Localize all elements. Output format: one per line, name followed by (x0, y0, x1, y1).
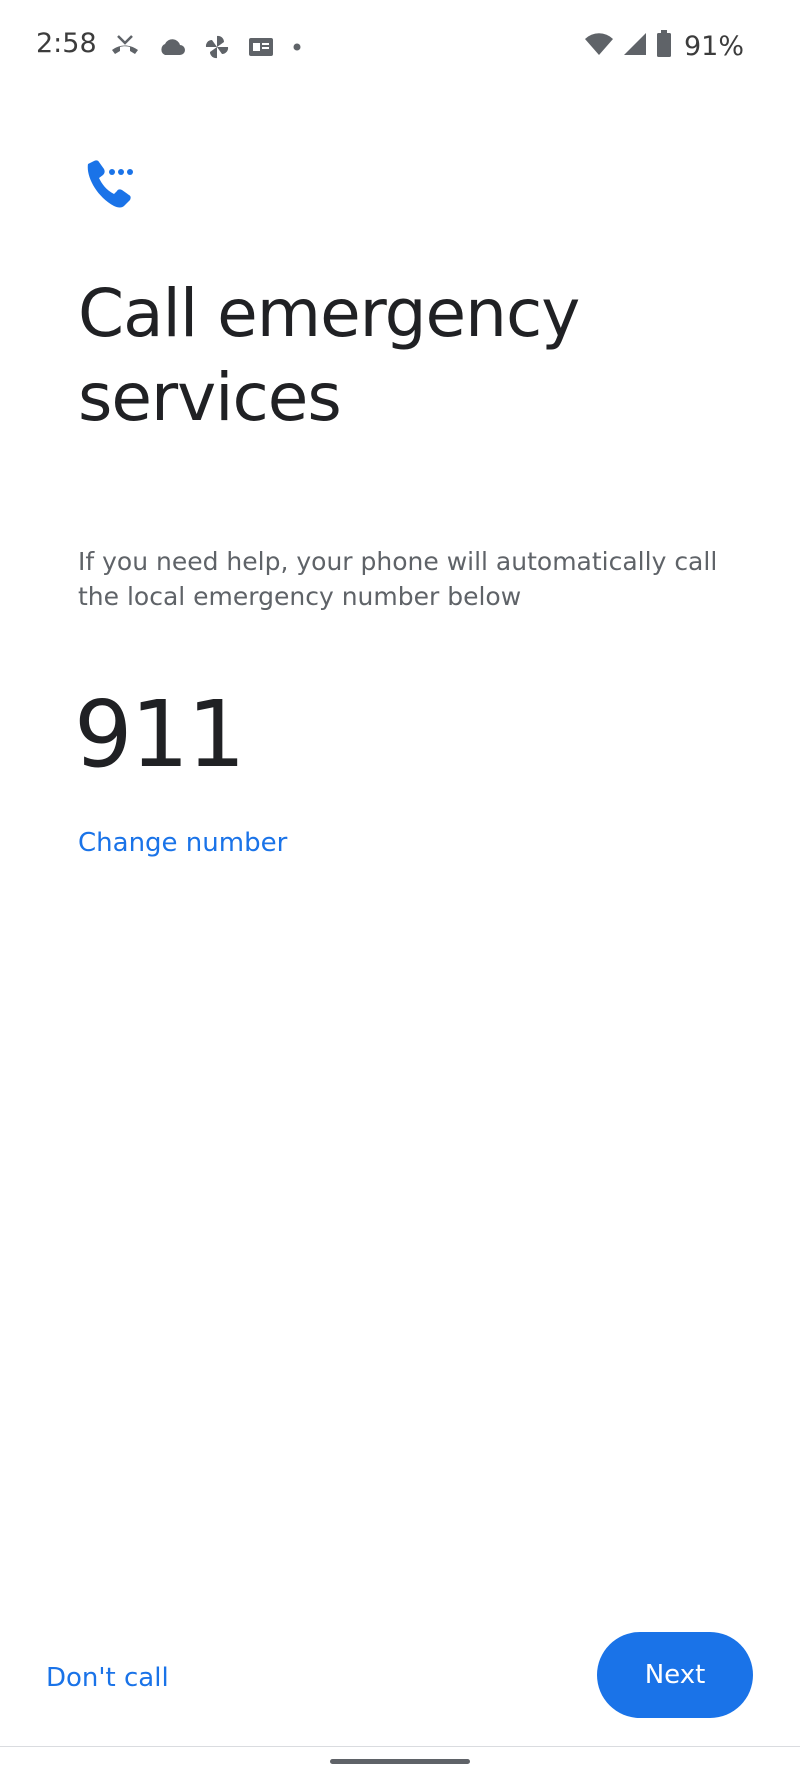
news-app-icon (248, 36, 274, 58)
gesture-navigation-handle[interactable] (330, 1759, 470, 1764)
emergency-number: 911 (74, 681, 246, 788)
page-title: Call emergency services (78, 275, 580, 436)
battery-percent: 91% (683, 30, 744, 62)
status-bar: 2:58 91% (0, 0, 800, 92)
status-system-icons: 91% (584, 28, 744, 64)
missed-call-icon (110, 34, 140, 60)
emergency-description: If you need help, your phone will automa… (78, 547, 718, 611)
cell-signal-icon (622, 31, 648, 62)
status-time: 2:58 (36, 28, 97, 59)
wifi-icon (584, 31, 614, 62)
battery-icon (656, 29, 672, 63)
bottom-divider (0, 1746, 800, 1747)
notification-dot-icon (292, 42, 302, 52)
cloud-icon (158, 36, 186, 58)
next-button[interactable]: Next (597, 1632, 753, 1718)
change-number-link[interactable]: Change number (78, 828, 287, 858)
phone-call-icon (82, 158, 138, 214)
status-notification-icons (110, 32, 302, 62)
pinwheel-app-icon (204, 34, 230, 60)
dont-call-button[interactable]: Don't call (46, 1648, 169, 1708)
